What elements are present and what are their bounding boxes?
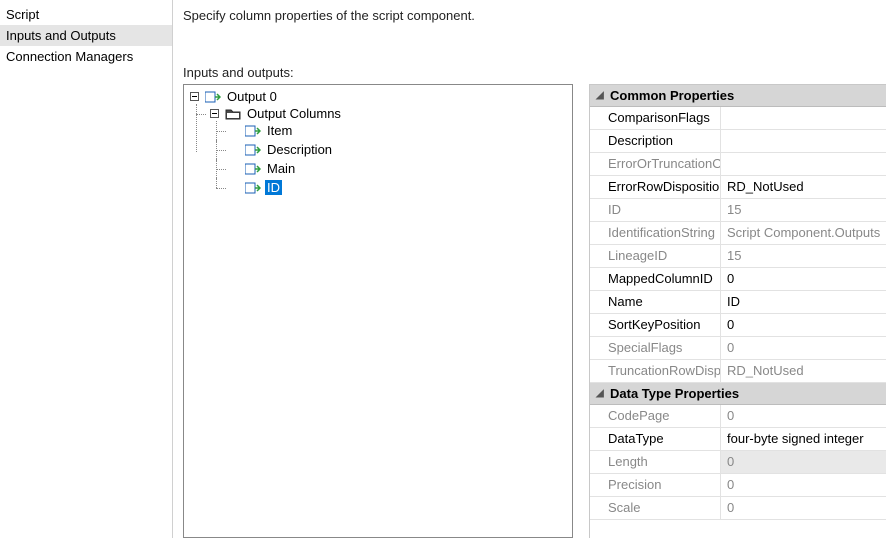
main-area: Specify column properties of the script … (173, 0, 896, 538)
toggle-spacer (230, 126, 239, 135)
column-icon (245, 162, 261, 176)
tree-node-label: Main (265, 161, 297, 176)
tree-node-label: Item (265, 123, 294, 138)
property-row[interactable]: CodePage0 (590, 405, 886, 428)
property-section-title: Data Type Properties (610, 386, 739, 401)
tree-node-column-main[interactable]: Main (228, 161, 299, 176)
column-icon (245, 143, 261, 157)
property-value[interactable]: 0 (721, 451, 886, 473)
folder-icon (225, 107, 241, 121)
expand-toggle-icon[interactable] (210, 109, 219, 118)
tree-node-output-0[interactable]: Output 0 (188, 89, 281, 104)
property-name: ErrorOrTruncationOperation (590, 153, 721, 175)
property-row[interactable]: Scale0 (590, 497, 886, 520)
sidebar-item-connection-managers[interactable]: Connection Managers (0, 46, 172, 67)
property-value[interactable]: 15 (721, 245, 886, 267)
property-row[interactable]: MappedColumnID0 (590, 268, 886, 291)
tree-node-column-description[interactable]: Description (228, 142, 336, 157)
property-name: Description (590, 130, 721, 152)
toggle-spacer (230, 183, 239, 192)
column-icon (245, 181, 261, 195)
property-value[interactable]: Script Component.Outputs (721, 222, 886, 244)
property-name: DataType (590, 428, 721, 450)
property-row[interactable]: ErrorRowDispositionRD_NotUsed (590, 176, 886, 199)
page-description: Specify column properties of the script … (183, 8, 886, 23)
property-value[interactable]: 15 (721, 199, 886, 221)
property-section-datatype[interactable]: ◢ Data Type Properties (590, 383, 886, 405)
tree-node-output-columns[interactable]: Output Columns (208, 106, 345, 121)
sidebar-item-script[interactable]: Script (0, 4, 172, 25)
property-row[interactable]: ComparisonFlags (590, 107, 886, 130)
sidebar-item-inputs-outputs[interactable]: Inputs and Outputs (0, 25, 172, 46)
property-value[interactable]: RD_NotUsed (721, 176, 886, 198)
property-section-title: Common Properties (610, 88, 734, 103)
property-row[interactable]: SpecialFlags0 (590, 337, 886, 360)
property-value[interactable] (721, 107, 886, 129)
property-row[interactable]: ErrorOrTruncationOperation (590, 153, 886, 176)
collapse-icon: ◢ (596, 90, 606, 101)
expand-toggle-icon[interactable] (190, 92, 199, 101)
property-section-common[interactable]: ◢ Common Properties (590, 85, 886, 107)
property-row[interactable]: Length0 (590, 451, 886, 474)
collapse-icon: ◢ (596, 388, 606, 399)
property-name: SpecialFlags (590, 337, 721, 359)
property-value[interactable]: four-byte signed integer (721, 428, 886, 450)
property-name: MappedColumnID (590, 268, 721, 290)
tree-node-label: ID (265, 180, 282, 195)
property-value[interactable]: 0 (721, 337, 886, 359)
property-value[interactable]: 0 (721, 268, 886, 290)
property-value[interactable]: 0 (721, 474, 886, 496)
property-name: Precision (590, 474, 721, 496)
property-value[interactable]: ID (721, 291, 886, 313)
property-grid[interactable]: ◢ Common Properties ComparisonFlagsDescr… (589, 84, 886, 538)
property-name: TruncationRowDisposition (590, 360, 721, 382)
toggle-spacer (230, 145, 239, 154)
column-icon (245, 124, 261, 138)
property-value[interactable]: 0 (721, 314, 886, 336)
property-name: ID (590, 199, 721, 221)
output-icon (205, 90, 221, 104)
toggle-spacer (230, 164, 239, 173)
property-row[interactable]: ID15 (590, 199, 886, 222)
tree-node-label: Output Columns (245, 106, 343, 121)
property-row[interactable]: LineageID15 (590, 245, 886, 268)
property-name: ComparisonFlags (590, 107, 721, 129)
property-value[interactable] (721, 153, 886, 175)
property-name: CodePage (590, 405, 721, 427)
tree-node-label: Description (265, 142, 334, 157)
tree-node-label: Output 0 (225, 89, 279, 104)
property-row[interactable]: SortKeyPosition0 (590, 314, 886, 337)
property-value[interactable]: 0 (721, 405, 886, 427)
property-name: LineageID (590, 245, 721, 267)
property-row[interactable]: NameID (590, 291, 886, 314)
tree-pane[interactable]: Output 0 (183, 84, 573, 538)
inputs-outputs-label: Inputs and outputs: (183, 65, 886, 80)
property-name: IdentificationString (590, 222, 721, 244)
property-row[interactable]: Description (590, 130, 886, 153)
property-row[interactable]: TruncationRowDispositionRD_NotUsed (590, 360, 886, 383)
property-name: ErrorRowDisposition (590, 176, 721, 198)
property-row[interactable]: Precision0 (590, 474, 886, 497)
property-name: Scale (590, 497, 721, 519)
sidebar: Script Inputs and Outputs Connection Man… (0, 0, 173, 538)
tree-node-column-item[interactable]: Item (228, 123, 296, 138)
property-value[interactable] (721, 130, 886, 152)
property-name: Length (590, 451, 721, 473)
property-row[interactable]: DataTypefour-byte signed integer (590, 428, 886, 451)
property-value[interactable]: RD_NotUsed (721, 360, 886, 382)
property-name: Name (590, 291, 721, 313)
property-row[interactable]: IdentificationStringScript Component.Out… (590, 222, 886, 245)
property-name: SortKeyPosition (590, 314, 721, 336)
tree-node-column-id[interactable]: ID (228, 180, 284, 195)
property-value[interactable]: 0 (721, 497, 886, 519)
